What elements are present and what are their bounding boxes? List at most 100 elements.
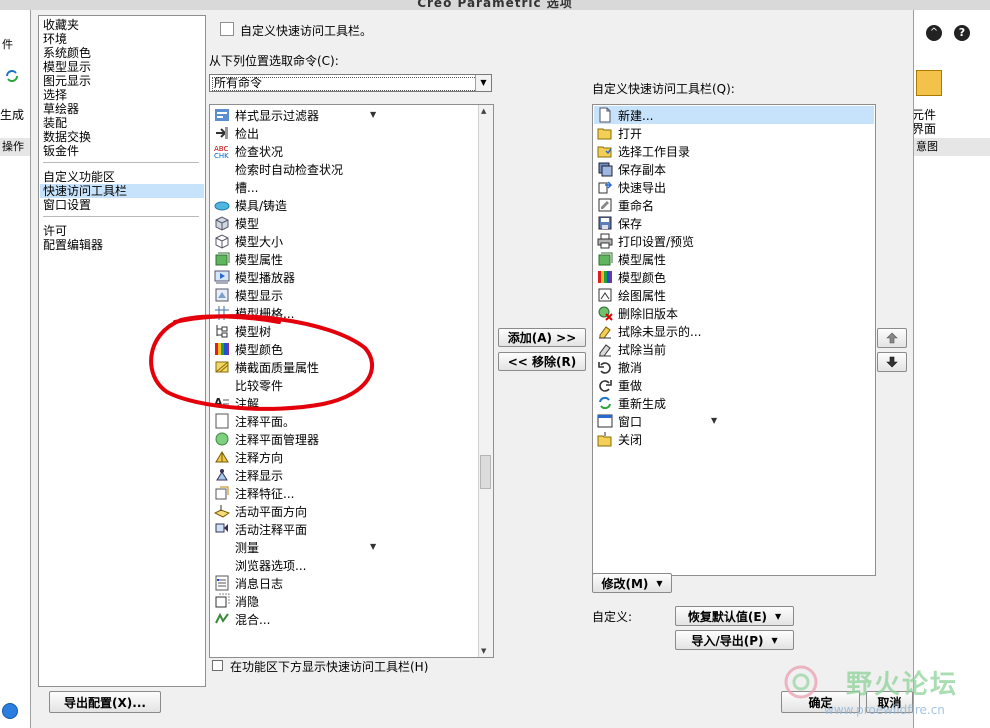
chevron-down-icon[interactable]: ▼ — [475, 75, 491, 91]
toolbar-item[interactable]: 拭除未显示的... — [597, 322, 701, 340]
command-item-label: 模型 — [235, 216, 260, 231]
toolbar-item[interactable]: 模型属性 — [597, 250, 666, 268]
category-item[interactable]: 系统颜色 — [43, 46, 91, 60]
import-export-button[interactable]: 导入/导出(P) ▼ — [675, 630, 794, 650]
toolbar-item[interactable]: 重命名 — [597, 196, 654, 214]
source-dropdown[interactable]: 所有命令 ▼ — [209, 74, 492, 92]
category-item[interactable]: 自定义功能区 — [43, 170, 115, 184]
toolbar-item[interactable]: 选择工作目录 — [597, 142, 690, 160]
toolbar-item-label: 拭除当前 — [618, 342, 667, 357]
toolbar-item[interactable]: 窗口 — [597, 412, 642, 430]
command-item[interactable]: 模型播放器 — [214, 268, 295, 286]
category-item[interactable]: 环境 — [43, 32, 67, 46]
toolbar-item[interactable]: 保存 — [597, 214, 642, 232]
modify-button[interactable]: 修改(M) ▼ — [592, 573, 672, 593]
command-item[interactable]: 消隐 — [214, 592, 259, 610]
source-label: 从下列位置选取命令(C): — [209, 54, 339, 68]
command-item[interactable]: 样式显示过滤器 — [214, 106, 319, 124]
command-item[interactable]: 检出 — [214, 124, 259, 142]
command-item[interactable]: 注释特征... — [214, 484, 294, 502]
category-item[interactable]: 草绘器 — [43, 102, 79, 116]
move-up-button[interactable] — [877, 328, 907, 348]
scroll-up-icon[interactable]: ▲ — [481, 107, 486, 115]
category-item[interactable]: 模型显示 — [43, 60, 91, 74]
toolbar-item[interactable]: 拭除当前 — [597, 340, 666, 358]
export-config-button[interactable]: 导出配置(X)... — [49, 691, 161, 713]
forum-logo-icon — [783, 664, 819, 700]
command-item[interactable]: 检索时自动检查状况 — [214, 160, 343, 178]
remove-button[interactable]: << 移除(R) — [498, 352, 586, 371]
blank-icon — [214, 539, 230, 555]
mold-icon — [214, 197, 230, 213]
toolbar-item-label: 窗口 — [618, 414, 643, 429]
command-item[interactable]: 槽... — [214, 178, 258, 196]
command-item[interactable]: 注释平面管理器 — [214, 430, 319, 448]
command-item[interactable]: 模型 — [214, 214, 259, 232]
scroll-down-icon[interactable]: ▼ — [481, 647, 486, 655]
toolbar-item[interactable]: 撤消 — [597, 358, 642, 376]
command-item[interactable]: 测量 — [214, 538, 259, 556]
model-properties-icon — [597, 251, 613, 267]
model-properties-icon — [214, 251, 230, 267]
toolbar-item-label: 撤消 — [618, 360, 643, 375]
category-item[interactable]: 图元显示 — [43, 74, 91, 88]
category-item[interactable]: 装配 — [43, 116, 67, 130]
toolbar-item[interactable]: 打印设置/预览 — [597, 232, 694, 250]
rename-icon — [597, 197, 613, 213]
toolbar-item[interactable]: 关闭 — [597, 430, 642, 448]
category-item[interactable]: 窗口设置 — [43, 198, 91, 212]
command-item-label: 测量 — [235, 540, 260, 555]
category-item[interactable]: 配置编辑器 — [43, 238, 103, 252]
toolbar-item-label: 重新生成 — [618, 396, 667, 411]
modify-button-label: 修改(M) — [601, 576, 649, 591]
taskbar-app-icon[interactable] — [2, 703, 18, 719]
category-item[interactable]: 钣金件 — [43, 144, 79, 158]
category-item[interactable]: 许可 — [43, 224, 67, 238]
submenu-arrow-icon: ▼ — [711, 416, 718, 425]
toolbar-item[interactable]: 保存副本 — [597, 160, 666, 178]
command-item[interactable]: 模具/铸造 — [214, 196, 287, 214]
toolbar-item[interactable]: 删除旧版本 — [597, 304, 678, 322]
command-item[interactable]: 活动注释平面 — [214, 520, 307, 538]
command-item[interactable]: 混合... — [214, 610, 270, 628]
command-list-scrollbar[interactable]: ▲ ▼ — [478, 105, 493, 657]
category-item[interactable]: 收藏夹 — [43, 18, 79, 32]
annotation-orientation-icon — [214, 449, 230, 465]
command-item[interactable]: 注释方向 — [214, 448, 283, 466]
toolbar-item[interactable]: 绘图属性 — [597, 286, 666, 304]
help-icon[interactable]: ? — [954, 25, 970, 41]
category-item[interactable]: 选择 — [43, 88, 67, 102]
toolbar-item[interactable]: 重做 — [597, 376, 642, 394]
target-label: 自定义快速访问工具栏(Q): — [592, 82, 735, 96]
blend-icon — [214, 611, 230, 627]
command-item[interactable]: 注释显示 — [214, 466, 283, 484]
model-player-icon — [214, 269, 230, 285]
quick-access-list[interactable]: 新建... 打开 选择工作目录 保存副本 快速导出 重命名保存 打印设置/预览 模型属性 模型颜… — [592, 104, 876, 576]
command-item[interactable]: 模型属性 — [214, 250, 283, 268]
command-item[interactable]: ABC CHK 检查状况 — [214, 142, 283, 161]
toolbar-item[interactable]: 重新生成 — [597, 394, 666, 412]
command-item[interactable]: 消息日志 — [214, 574, 283, 592]
add-button[interactable]: 添加(A) >> — [498, 328, 586, 347]
category-item[interactable]: 快速访问工具栏 — [40, 184, 204, 198]
command-item[interactable]: 浏览器选项... — [214, 556, 306, 574]
toolbar-item[interactable]: 快速导出 — [597, 178, 666, 196]
command-item[interactable]: 活动平面方向 — [213, 502, 307, 520]
scrollbar-thumb[interactable] — [480, 455, 491, 489]
show-below-ribbon-checkbox[interactable] — [212, 660, 223, 671]
restore-defaults-button[interactable]: 恢复默认值(E) ▼ — [675, 606, 794, 626]
model-display-icon — [214, 287, 230, 303]
toolbar-item[interactable]: 打开 — [597, 124, 642, 142]
move-down-button[interactable] — [877, 352, 907, 372]
command-item[interactable]: 模型显示 — [214, 286, 283, 304]
toolbar-item[interactable]: 新建... — [594, 106, 874, 124]
command-item-label: 注释特征... — [235, 486, 295, 501]
command-item[interactable]: 模型大小 — [214, 232, 283, 250]
command-item[interactable]: 注释平面。 — [214, 412, 295, 430]
category-item[interactable]: 数据交换 — [43, 130, 91, 144]
toolbar-item[interactable]: 模型颜色 — [597, 268, 666, 286]
toolbar-item-label: 保存副本 — [618, 162, 667, 177]
customize-label: 自定义: — [592, 610, 633, 624]
watermark-text: 野火论坛 — [846, 670, 959, 700]
toolbar-item-label: 保存 — [618, 216, 643, 231]
